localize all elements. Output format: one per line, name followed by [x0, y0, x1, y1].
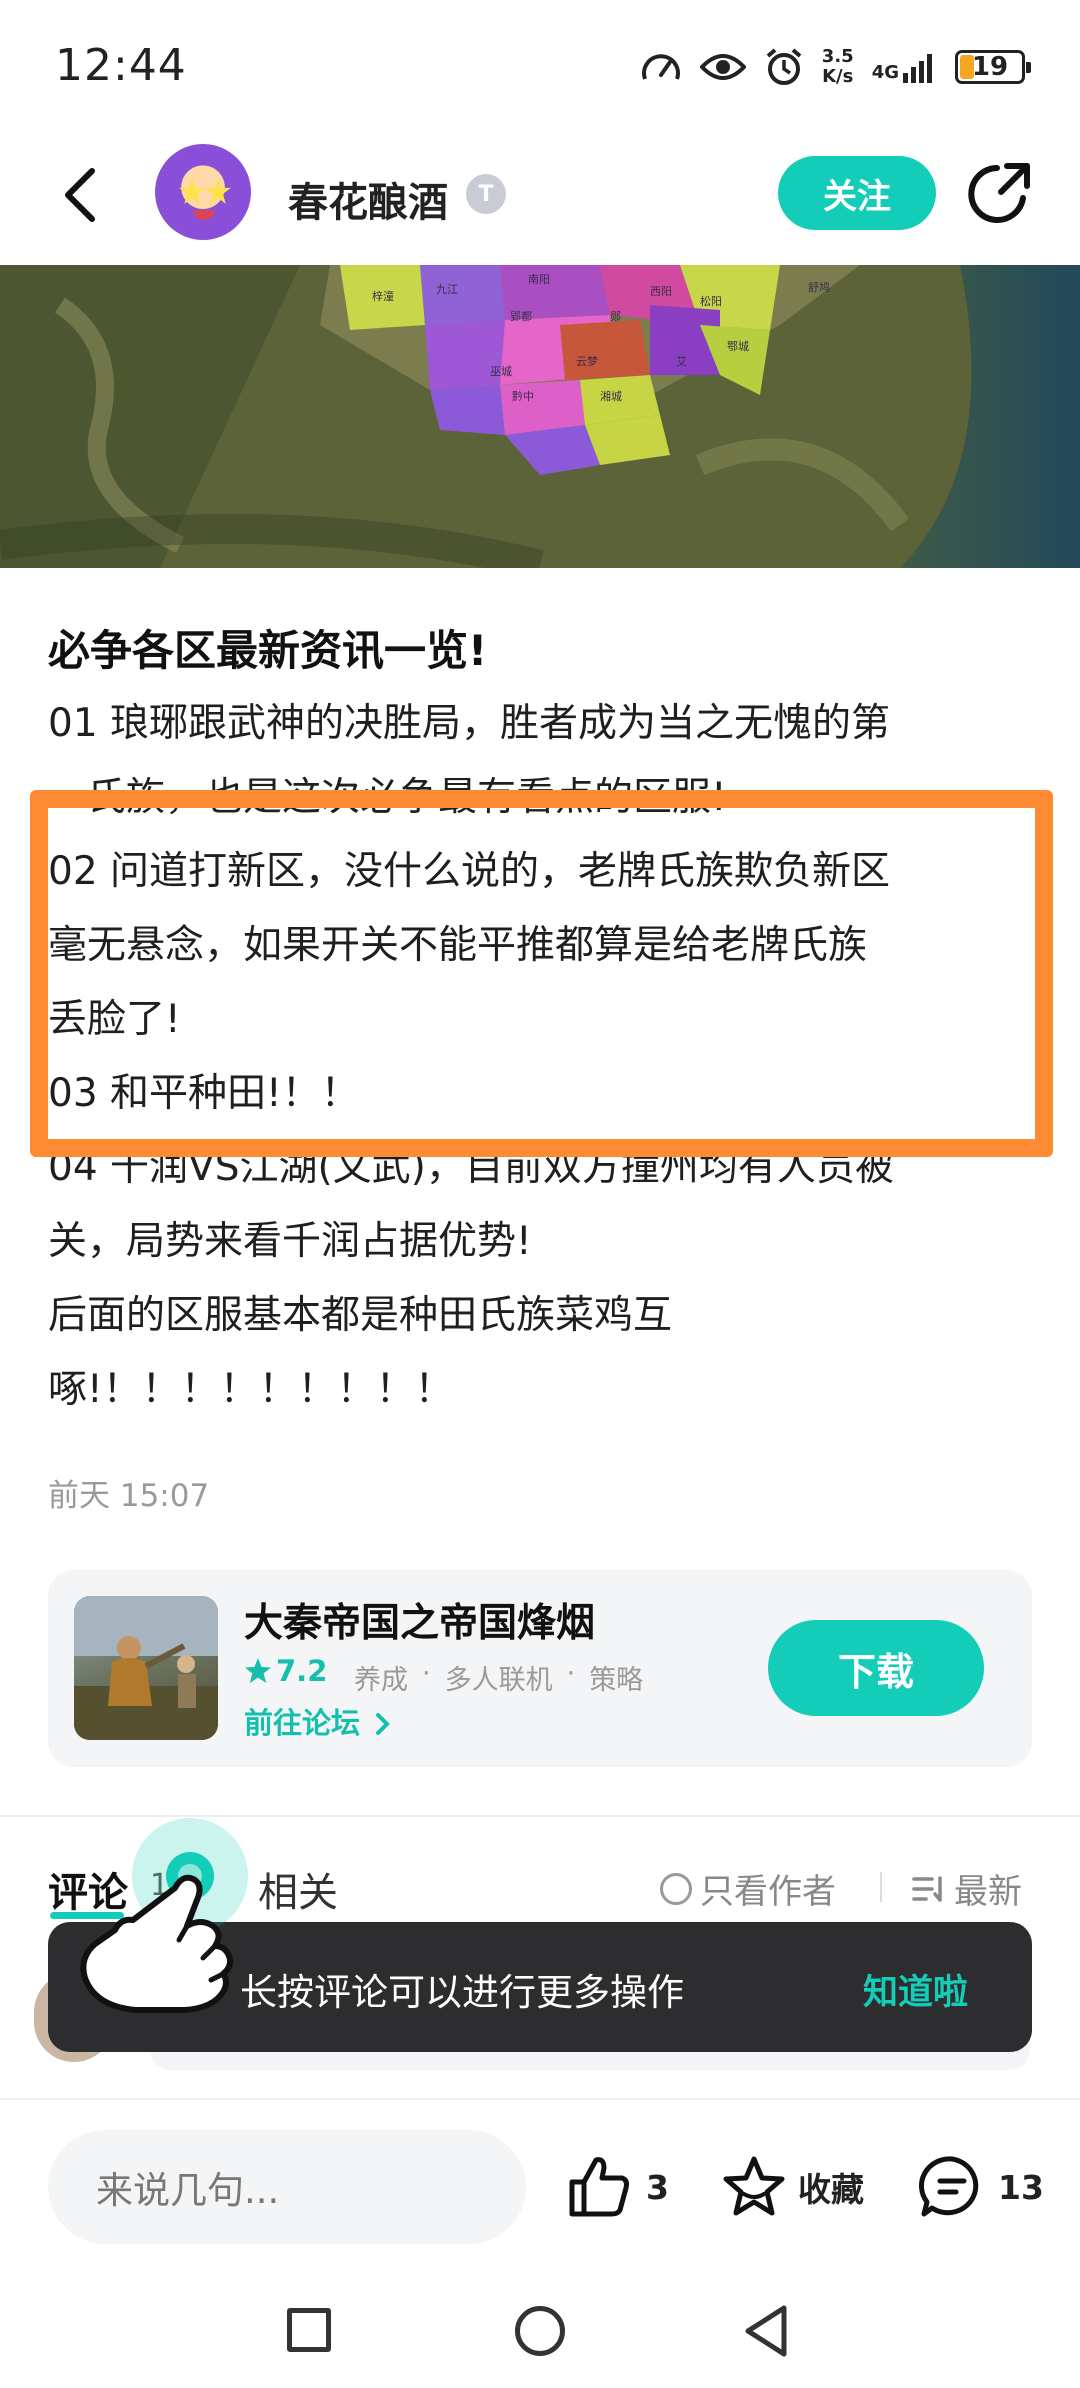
star-icon [245, 1658, 271, 1683]
svg-text:巫城: 巫城 [490, 365, 512, 378]
game-rating: 7.2 [244, 1654, 327, 1688]
status-bar: 12:44 3.5 K/s 4G 19 [0, 0, 1080, 130]
net-type: 4G [871, 62, 899, 83]
tag-separator: · [422, 1658, 431, 1689]
chevron-right-icon [376, 1713, 390, 1735]
svg-text:湘城: 湘城 [600, 389, 622, 403]
net-speed: 3.5 K/s [821, 46, 854, 87]
signal-icon [903, 54, 932, 83]
chevron-left-icon [65, 168, 95, 222]
author-avatar[interactable] [155, 144, 251, 240]
article-line: 后面的区服基本都是种田氏族菜鸡互 [48, 1293, 673, 1338]
share-button[interactable] [965, 158, 1035, 228]
sort-icon [912, 1875, 942, 1902]
tip-text: 长按评论可以进行更多操作 [240, 1971, 684, 2014]
svg-text:南阳: 南阳 [528, 273, 550, 286]
star-outline-icon [723, 2156, 785, 2216]
svg-text:舒鸠: 舒鸠 [808, 280, 830, 294]
status-time: 12:44 [55, 40, 187, 91]
game-art [74, 1596, 218, 1740]
game-tag: 多人联机 [444, 1665, 553, 1696]
system-nav-bar [0, 2278, 1080, 2388]
article-line: 关，局势来看千润占据优势! [48, 1219, 532, 1264]
thumbs-up-icon [569, 2157, 629, 2217]
favorite-button[interactable]: 收藏 [720, 2154, 864, 2220]
battery-icon: 19 [955, 50, 1031, 84]
post-header: 春花酿酒 T 关注 [0, 130, 1080, 265]
article-title: 必争各区最新资讯一览! [48, 626, 488, 675]
svg-text:郧: 郧 [610, 310, 621, 323]
status-icons: 3.5 K/s 4G 19 [640, 42, 1031, 92]
alarm-icon [766, 48, 802, 85]
speedometer-icon [641, 54, 680, 80]
home-button[interactable] [515, 2306, 565, 2356]
game-tags: 养成 · 多人联机 · 策略 [354, 1658, 643, 1697]
bottom-divider [0, 2098, 1080, 2100]
svg-text:西阳: 西阳 [650, 285, 672, 298]
comments-button[interactable]: 13 [918, 2154, 1044, 2220]
game-name[interactable]: 大秦帝国之帝国烽烟 [244, 1592, 595, 1648]
article-map-image: 梓潼 九江 南阳 西阳 舒鸠 松阳 郢都 郧 鄂城 巫城 云梦 艾 黔中 湘城 [0, 265, 1080, 568]
comment-bubble-icon [918, 2156, 979, 2217]
svg-text:鄂城: 鄂城 [727, 340, 749, 353]
author-only-toggle[interactable]: 只看作者 [660, 1864, 836, 1913]
recent-apps-button[interactable] [287, 2308, 331, 2352]
like-button[interactable]: 3 [566, 2154, 669, 2220]
share-icon [968, 163, 1030, 223]
svg-text:云梦: 云梦 [576, 355, 598, 368]
eye-icon [699, 54, 746, 80]
section-divider [0, 1815, 1080, 1817]
author-name[interactable]: 春花酿酒 [288, 170, 448, 228]
svg-text:梓潼: 梓潼 [372, 289, 394, 303]
svg-text:松阳: 松阳 [700, 294, 722, 308]
svg-text:郢都: 郢都 [510, 310, 532, 323]
comment-input[interactable]: 来说几句... [48, 2130, 526, 2244]
game-tag: 策略 [589, 1665, 644, 1696]
game-card[interactable]: 大秦帝国之帝国烽烟 7.2 养成 · 多人联机 · 策略 前往论坛 下载 [48, 1570, 1032, 1767]
tip-dismiss-button[interactable]: 知道啦 [863, 1964, 968, 2015]
post-time: 前天 15:07 [48, 1478, 210, 1514]
game-tag: 养成 [354, 1665, 408, 1696]
svg-text:黔中: 黔中 [512, 389, 534, 403]
signal-group: 4G [872, 51, 937, 83]
go-to-forum-link[interactable]: 前往论坛 [244, 1700, 392, 1742]
level-badge: T [466, 174, 506, 214]
tag-separator: · [566, 1658, 576, 1689]
sort-latest-button[interactable]: 最新 [912, 1864, 1022, 1913]
map-illustration: 梓潼 九江 南阳 西阳 舒鸠 松阳 郢都 郧 鄂城 巫城 云梦 艾 黔中 湘城 [0, 265, 1080, 568]
radio-icon [660, 1872, 692, 1905]
follow-button[interactable]: 关注 [778, 156, 936, 230]
article-line: 01 琅琊跟武神的决胜局，胜者成为当之无愧的第 [48, 701, 891, 746]
svg-text:九江: 九江 [436, 283, 458, 296]
back-button[interactable] [45, 160, 115, 230]
tab-divider [880, 1872, 882, 1902]
highlight-annotation-box [30, 790, 1053, 1157]
game-thumbnail [74, 1596, 218, 1740]
download-button[interactable]: 下载 [768, 1620, 984, 1716]
article-line: 啄!！！！！！！！！！ [48, 1367, 454, 1412]
pointing-hand-icon [80, 1818, 248, 2013]
nav-back-icon[interactable] [742, 2304, 792, 2358]
svg-text:艾: 艾 [676, 355, 687, 368]
